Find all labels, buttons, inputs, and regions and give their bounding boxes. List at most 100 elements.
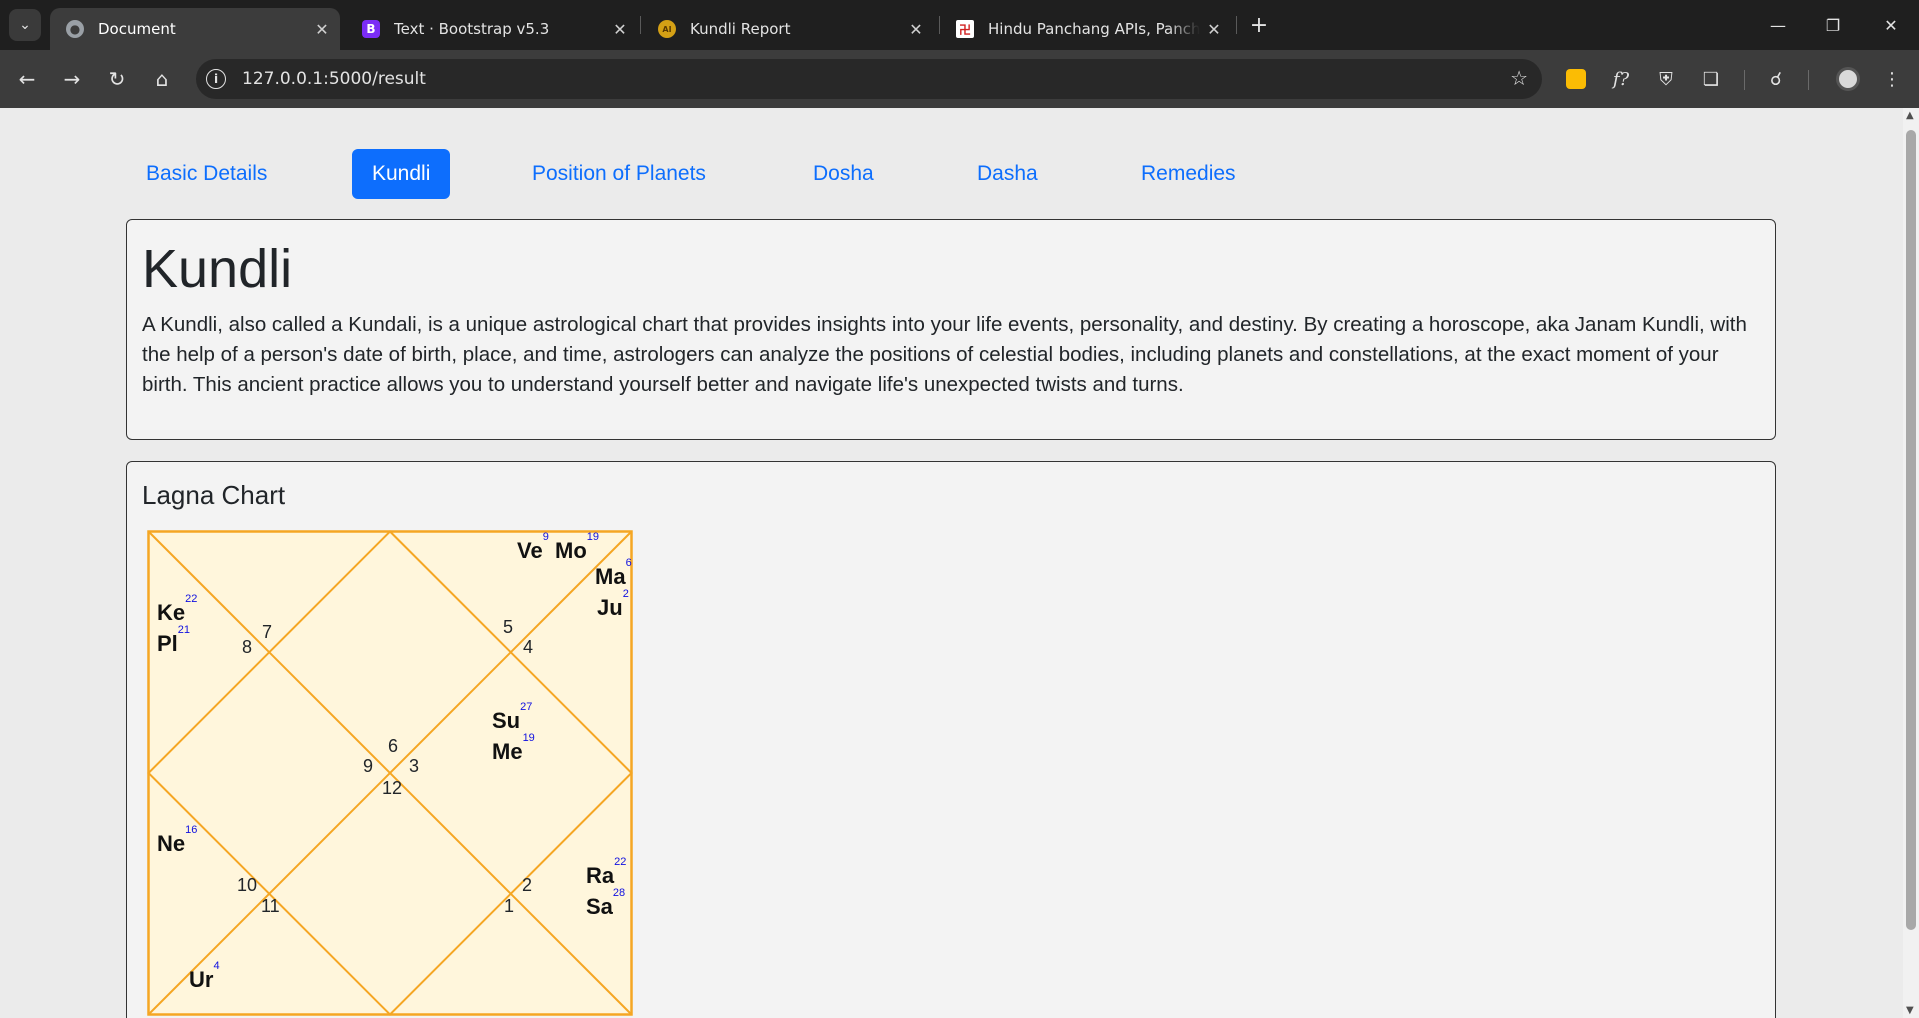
page-viewport: Basic Details Kundli Position of Planets… <box>0 108 1903 1018</box>
house-number: 6 <box>388 736 399 756</box>
profile-button[interactable] <box>1832 63 1864 95</box>
chevron-down-icon: ⌄ <box>19 17 31 33</box>
house-number: 8 <box>242 637 253 657</box>
address-bar[interactable]: i 127.0.0.1:5000/result ☆ <box>196 59 1542 99</box>
planet-name: Me <box>492 739 523 764</box>
toolbar-separator <box>1744 70 1745 90</box>
house-number: 1 <box>504 896 515 916</box>
planet-name: Ju <box>597 595 623 620</box>
page-scrollbar[interactable]: ▲ ▼ <box>1903 108 1919 1018</box>
nav-position-of-planets[interactable]: Position of Planets <box>512 149 726 199</box>
lagna-chart-grid <box>147 530 633 1016</box>
nav-kundli[interactable]: Kundli <box>352 149 451 199</box>
planet-degree: 21 <box>177 623 191 636</box>
browser-tab-document[interactable]: ● Document ✕ <box>50 8 340 50</box>
planet-name: Ve <box>517 538 543 563</box>
close-window-button[interactable]: ✕ <box>1871 8 1911 42</box>
planet-degree: 2 <box>622 587 629 600</box>
arrow-right-icon: → <box>63 67 81 91</box>
restore-button[interactable]: ❐ <box>1813 8 1853 42</box>
scroll-up-icon[interactable]: ▲ <box>1906 110 1914 121</box>
scroll-down-icon[interactable]: ▼ <box>1906 1005 1914 1016</box>
lagna-chart: 6 5 4 7 8 9 3 12 10 11 2 1 Ve9 Mo19 Ma6 … <box>147 530 633 1016</box>
house-number: 11 <box>261 896 280 916</box>
planet-ne: Ne16 <box>157 824 197 857</box>
extension-formula-button[interactable]: f? <box>1605 63 1637 95</box>
site-info-icon[interactable]: i <box>206 69 226 89</box>
scrollbar-thumb[interactable] <box>1906 130 1916 930</box>
planet-degree: 28 <box>612 886 626 899</box>
restore-icon: ❐ <box>1825 15 1841 35</box>
minimize-button[interactable]: — <box>1758 8 1798 42</box>
house-number: 10 <box>237 875 258 895</box>
kebab-menu-icon: ⋮ <box>1883 68 1901 90</box>
close-icon[interactable]: ✕ <box>902 20 930 39</box>
arrow-left-icon: ← <box>18 67 36 91</box>
tab-title: Text · Bootstrap v5.3 <box>394 20 550 38</box>
planet-sa: Sa28 <box>586 887 625 920</box>
lagna-chart-title: Lagna Chart <box>142 480 286 510</box>
browser-tab-kundli-report[interactable]: AI Kundli Report ✕ <box>642 8 934 50</box>
avatar <box>1836 67 1860 91</box>
forward-button[interactable]: → <box>56 63 88 95</box>
planet-degree: 27 <box>520 700 533 713</box>
tab-search-button[interactable]: ⌄ <box>9 9 41 41</box>
swastika-icon: 卍 <box>956 20 974 38</box>
toolbar-separator <box>1808 70 1809 90</box>
planet-name: Ur <box>189 967 214 992</box>
house-number: 9 <box>363 756 374 776</box>
url-text[interactable]: 127.0.0.1:5000/result <box>242 69 426 89</box>
incognito-button[interactable]: ☌ <box>1760 63 1792 95</box>
house-number: 2 <box>522 875 533 895</box>
planet-degree: 19 <box>586 530 600 543</box>
planet-name: Mo <box>555 538 587 563</box>
tab-separator <box>1236 16 1237 34</box>
browser-toolbar: ← → ↻ ⌂ i 127.0.0.1:5000/result ☆ f? ⛨ ❏… <box>0 50 1919 108</box>
reload-button[interactable]: ↻ <box>101 63 133 95</box>
incognito-icon: ☌ <box>1769 68 1783 90</box>
home-button[interactable]: ⌂ <box>146 63 178 95</box>
nav-remedies[interactable]: Remedies <box>1121 149 1256 199</box>
planet-name: Pl <box>157 631 178 656</box>
kundli-intro-card: Kundli A Kundli, also called a Kundali, … <box>126 219 1776 440</box>
ai-icon: AI <box>658 20 676 38</box>
keep-icon <box>1566 69 1586 89</box>
page-title: Kundli <box>142 239 293 299</box>
nav-basic-details[interactable]: Basic Details <box>126 149 287 199</box>
house-number: 7 <box>262 622 273 642</box>
planet-ma: Ma6 <box>595 557 632 590</box>
close-icon[interactable]: ✕ <box>1200 20 1228 39</box>
house-number: 12 <box>382 778 403 798</box>
planet-degree: 6 <box>625 556 632 569</box>
house-number: 4 <box>523 637 534 657</box>
globe-icon: ● <box>66 20 84 38</box>
planet-degree: 9 <box>542 530 549 543</box>
planet-name: Su <box>492 708 521 733</box>
house-number: 3 <box>409 756 420 776</box>
close-icon[interactable]: ✕ <box>606 20 634 39</box>
new-tab-button[interactable]: + <box>1244 10 1274 40</box>
planet-degree: 22 <box>185 592 198 605</box>
planet-me: Me19 <box>492 732 535 765</box>
menu-button[interactable]: ⋮ <box>1876 63 1908 95</box>
close-icon[interactable]: ✕ <box>308 20 336 39</box>
planet-ur: Ur4 <box>189 960 220 993</box>
house-number: 5 <box>503 617 514 637</box>
back-button[interactable]: ← <box>11 63 43 95</box>
extension-keep-button[interactable] <box>1560 63 1592 95</box>
tab-title: Hindu Panchang APIs, Panchang <box>988 20 1200 38</box>
puzzle-icon: ❏ <box>1702 68 1720 90</box>
tab-title: Document <box>98 20 176 38</box>
nav-dasha[interactable]: Dasha <box>957 149 1058 199</box>
plus-icon: + <box>1249 12 1269 38</box>
close-icon: ✕ <box>1884 15 1898 35</box>
browser-tab-bootstrap[interactable]: B Text · Bootstrap v5.3 ✕ <box>346 8 638 50</box>
extensions-button[interactable]: ❏ <box>1695 63 1727 95</box>
planet-ke: Ke22 <box>157 593 197 626</box>
extension-shield-button[interactable]: ⛨ <box>1650 63 1682 95</box>
planet-degree: 4 <box>213 959 220 972</box>
bookmark-star-icon[interactable]: ☆ <box>1510 66 1528 90</box>
browser-tab-panchang[interactable]: 卍 Hindu Panchang APIs, Panchang ✕ <box>940 8 1232 50</box>
nav-dosha[interactable]: Dosha <box>793 149 894 199</box>
planet-degree: 22 <box>614 855 627 868</box>
